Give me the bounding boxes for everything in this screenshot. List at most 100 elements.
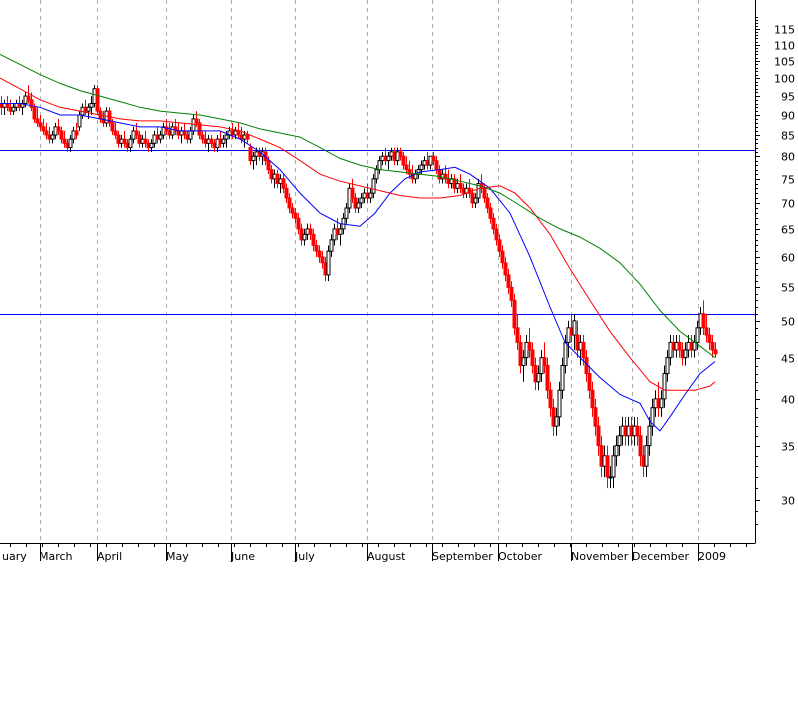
candle-body bbox=[158, 134, 163, 140]
candle-body bbox=[491, 217, 496, 230]
candle-body bbox=[527, 341, 532, 351]
candle-body bbox=[647, 425, 652, 447]
candle-body bbox=[266, 160, 271, 171]
price-tick-label: 65 bbox=[781, 224, 795, 237]
candle-body bbox=[500, 250, 505, 264]
candle-body bbox=[350, 187, 355, 199]
candle-body bbox=[74, 130, 79, 136]
month-label: September bbox=[432, 550, 493, 563]
candle-body bbox=[659, 398, 664, 409]
candle-body bbox=[59, 130, 64, 140]
candle-body bbox=[200, 134, 205, 140]
candle-body bbox=[572, 320, 577, 336]
price-tick-label: 60 bbox=[781, 252, 795, 265]
candle-body bbox=[38, 122, 43, 128]
price-tick-label: 115 bbox=[774, 24, 795, 37]
month-label: August bbox=[367, 550, 406, 563]
candle-body bbox=[683, 349, 688, 359]
candle-body bbox=[149, 142, 154, 149]
month-label: June bbox=[230, 550, 255, 563]
candle-body bbox=[338, 228, 343, 235]
candle-body bbox=[11, 106, 16, 112]
candle-body bbox=[245, 134, 250, 140]
price-tick-label: 30 bbox=[781, 495, 795, 508]
price-tick-label: 100 bbox=[774, 73, 795, 86]
candle-body bbox=[548, 389, 553, 409]
price-tick-label: 95 bbox=[781, 91, 795, 104]
candle-body bbox=[95, 88, 100, 112]
candle-body bbox=[590, 389, 595, 409]
candle-body bbox=[596, 425, 601, 447]
candle-body bbox=[404, 164, 409, 171]
candle-body bbox=[221, 138, 226, 144]
candle-body bbox=[251, 155, 256, 162]
candle-body bbox=[713, 349, 718, 355]
candle-body bbox=[293, 212, 298, 219]
candle-body bbox=[485, 197, 490, 209]
candle-body bbox=[68, 138, 73, 149]
candle-body bbox=[554, 416, 559, 427]
candle-body bbox=[182, 130, 187, 136]
price-tick-label: 110 bbox=[774, 40, 795, 53]
candle-body bbox=[692, 341, 697, 351]
candle-body bbox=[194, 118, 199, 124]
candle-body bbox=[677, 341, 682, 351]
month-label: July bbox=[294, 550, 315, 563]
price-tick-label: 55 bbox=[781, 282, 795, 295]
candle-body bbox=[209, 138, 214, 144]
candle-body bbox=[482, 187, 487, 199]
candle-body bbox=[359, 197, 364, 204]
candle-body bbox=[35, 118, 40, 124]
price-tick-label: 50 bbox=[781, 316, 795, 329]
price-tick-label: 70 bbox=[781, 198, 795, 211]
candle-body bbox=[356, 202, 361, 209]
candle-body bbox=[419, 164, 424, 171]
month-label: November bbox=[571, 550, 629, 563]
candle-body bbox=[5, 103, 10, 108]
candle-body bbox=[488, 207, 493, 219]
candle-body bbox=[506, 274, 511, 288]
price-tick-label: 90 bbox=[781, 110, 795, 123]
candle-body bbox=[44, 130, 49, 136]
month-label: December bbox=[632, 550, 690, 563]
price-tick-label: 85 bbox=[781, 130, 795, 143]
candle-body bbox=[614, 445, 619, 457]
candle-body bbox=[296, 217, 301, 230]
candle-body bbox=[110, 122, 115, 132]
candle-body bbox=[311, 233, 316, 246]
candle-body bbox=[434, 160, 439, 171]
candle-body bbox=[593, 407, 598, 427]
candle-body bbox=[32, 106, 37, 120]
candle-body bbox=[638, 435, 643, 457]
price-tick-label: 40 bbox=[781, 394, 795, 407]
candle-body bbox=[398, 151, 403, 157]
candle-body bbox=[290, 207, 295, 214]
candle-body bbox=[188, 130, 193, 140]
candle-body bbox=[458, 183, 463, 189]
candle-body bbox=[521, 357, 526, 367]
candle-body bbox=[611, 455, 616, 478]
candle-body bbox=[512, 299, 517, 329]
candle-body bbox=[662, 373, 667, 400]
candle-body bbox=[557, 389, 562, 418]
candle-body bbox=[701, 313, 706, 329]
candle-body bbox=[344, 207, 349, 219]
candle-body bbox=[515, 327, 520, 343]
candle-body bbox=[707, 334, 712, 343]
candle-body bbox=[368, 192, 373, 199]
candle-body bbox=[308, 228, 313, 235]
candle-body bbox=[497, 239, 502, 252]
candle-body bbox=[329, 239, 334, 252]
candle-body bbox=[56, 126, 61, 132]
candle-body bbox=[224, 134, 229, 140]
candle-body bbox=[50, 134, 55, 140]
month-label: March bbox=[39, 550, 73, 563]
candle-down bbox=[95, 85, 100, 115]
candle-body bbox=[26, 95, 31, 101]
candle-body bbox=[377, 160, 382, 171]
candle-body bbox=[122, 138, 127, 144]
price-tick-label: 75 bbox=[781, 174, 795, 187]
candle-body bbox=[563, 341, 568, 367]
chart-background bbox=[0, 0, 798, 720]
candle-body bbox=[617, 435, 622, 447]
